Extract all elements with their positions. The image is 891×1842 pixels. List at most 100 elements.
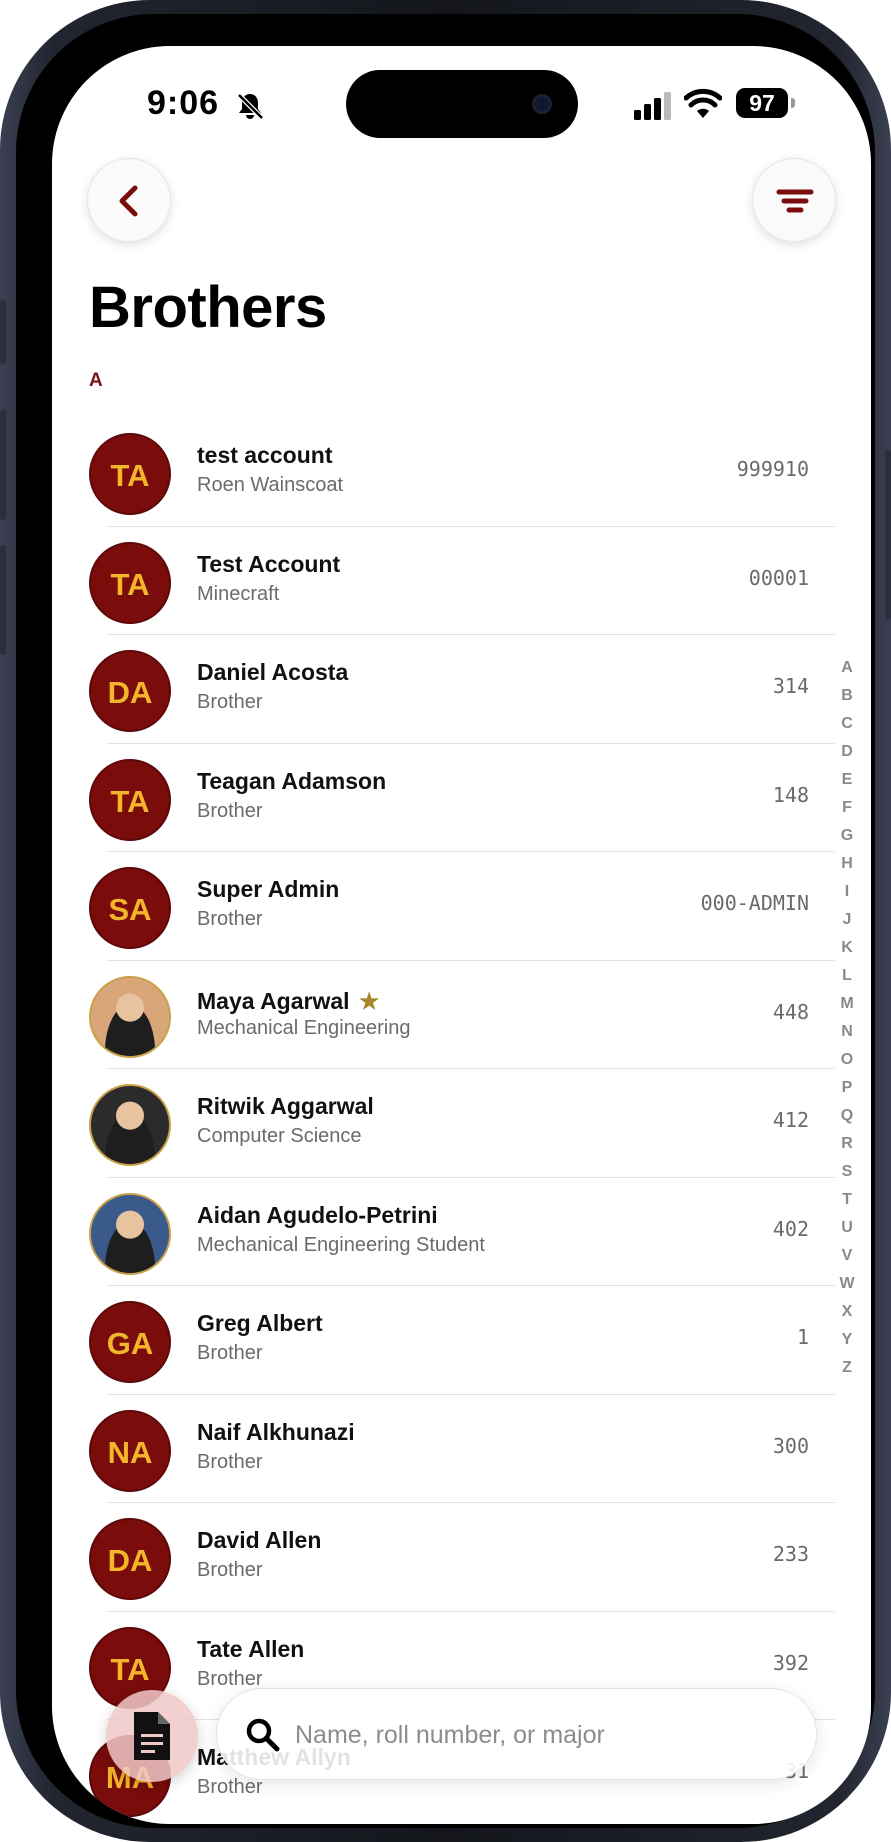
index-letter[interactable]: S [836,1158,858,1186]
index-letter[interactable]: T [836,1186,858,1214]
member-name: Test Account [197,551,340,578]
member-row[interactable]: Maya Agarwal ★ Mechanical Engineering 448 [52,961,871,1069]
roll-number: 402 [772,1216,809,1241]
member-row[interactable]: DA Daniel Acosta Brother 314 [52,635,871,744]
index-letter[interactable]: Z [836,1354,858,1382]
index-letter[interactable]: D [836,738,858,766]
member-name-text: Naif Alkhunazi [197,1418,355,1445]
index-letter[interactable]: W [836,1270,858,1298]
member-row[interactable]: Aidan Agudelo-Petrini Mechanical Engineer… [52,1178,871,1286]
member-row[interactable]: DA David Allen Brother 233 [52,1503,871,1612]
member-row[interactable]: Ritwik Aggarwal Computer Science 412 [52,1069,871,1178]
roll-number: 392 [772,1650,809,1675]
volume-up-button [0,410,6,520]
search-bar[interactable] [216,1688,817,1780]
member-initials-avatar: GA [89,1301,171,1383]
status-time: 9:06 [147,84,220,122]
battery-cap [791,98,795,108]
member-name: David Allen [197,1527,321,1554]
roll-number: 300 [772,1433,809,1458]
member-name: Super Admin [197,876,339,903]
member-name-text: Aidan Agudelo-Petrini [197,1201,438,1228]
member-row[interactable]: SA Super Admin Brother 000-ADMIN [52,852,871,961]
index-letter[interactable]: U [836,1214,858,1242]
member-row[interactable]: TA test account Roen Wainscoat 999910 [52,418,871,527]
member-name: Naif Alkhunazi [197,1419,355,1446]
member-subtitle: Brother [197,1450,263,1473]
index-letter[interactable]: Y [836,1326,858,1354]
index-letter[interactable]: R [836,1130,858,1158]
roll-number: 00001 [748,565,809,590]
member-name-text: David Allen [197,1527,322,1553]
member-name-text: Maya Agarwal [197,987,350,1014]
member-name: Maya Agarwal ★ [197,985,381,1016]
alphabet-index[interactable]: ABCDEFGHIJKLMNOPQRSTUVWXYZ [836,654,858,1382]
member-name-text: Tate Allen [197,1635,305,1662]
roll-number: 233 [772,1542,809,1566]
member-name-text: Greg Albert [197,1310,323,1336]
member-list: TA test account Roen Wainscoat 999910 TA Test… [52,418,871,1824]
camera-icon [532,94,552,114]
search-input[interactable] [295,1711,795,1759]
roll-number: 1 [796,1325,809,1349]
member-subtitle: Brother [197,1776,263,1798]
member-initials-avatar: TA [89,758,171,841]
member-subtitle: Brother [197,1342,263,1364]
member-name: Teagan Adamson [197,768,386,795]
index-letter[interactable]: O [836,1046,858,1074]
member-name-text: Super Admin [197,876,340,902]
roll-number: 412 [772,1108,809,1132]
filter-button[interactable] [752,158,836,242]
member-name-text: Teagan Adamson [197,767,387,794]
index-letter[interactable]: L [836,962,858,990]
index-letter[interactable]: G [836,822,858,850]
member-subtitle: Minecraft [197,582,280,605]
bezel: 9:06 97 Brothers A TA test account Roen … [16,14,875,1828]
roll-number: 314 [772,674,809,698]
search-icon [246,1718,280,1752]
member-row[interactable]: TA Teagan Adamson Brother 148 [52,744,871,852]
roll-number: 000-ADMIN [700,891,809,915]
member-subtitle: Roen Wainscoat [197,474,343,496]
index-letter[interactable]: V [836,1242,858,1270]
member-photo [89,1192,171,1275]
index-letter[interactable]: M [836,990,858,1018]
back-button[interactable] [87,158,171,242]
roll-number: 148 [772,782,809,807]
action-button [0,300,6,364]
member-name: Ritwik Aggarwal [197,1093,374,1120]
index-letter[interactable]: E [836,766,858,794]
member-name-text: Test Account [197,550,341,577]
index-letter[interactable]: Q [836,1102,858,1130]
index-letter[interactable]: K [836,934,858,962]
index-letter[interactable]: H [836,850,858,878]
member-initials-avatar: DA [89,1518,171,1600]
member-name: Aidan Agudelo-Petrini [197,1202,438,1229]
filter-lines-icon [776,189,814,213]
index-letter[interactable]: F [836,794,858,822]
index-letter[interactable]: C [836,710,858,738]
phone-frame: 9:06 97 Brothers A TA test account Roen … [0,0,891,1842]
index-letter[interactable]: J [836,906,858,934]
member-subtitle: Mechanical Engineering Student [197,1233,485,1256]
member-name-text: Ritwik Aggarwal [197,1093,374,1119]
index-letter[interactable]: I [836,878,858,906]
document-button[interactable] [106,1690,198,1782]
member-subtitle: Brother [197,1667,263,1690]
roll-number: 448 [772,999,809,1024]
index-letter[interactable]: B [836,682,858,710]
cellular-signal-icon [634,92,671,120]
index-letter[interactable]: N [836,1018,858,1046]
member-initials-avatar: DA [89,650,171,732]
star-icon: ★ [357,985,381,1016]
member-initials-avatar: TA [89,433,171,515]
member-row[interactable]: NA Naif Alkhunazi Brother 300 [52,1395,871,1503]
index-letter[interactable]: P [836,1074,858,1102]
member-row[interactable]: GA Greg Albert Brother 1 [52,1286,871,1395]
document-icon [134,1712,170,1760]
index-letter[interactable]: X [836,1298,858,1326]
member-row[interactable]: TA Test Account Minecraft 00001 [52,527,871,635]
member-subtitle: Brother [197,691,263,713]
member-photo [89,1084,171,1166]
index-letter[interactable]: A [836,654,858,682]
